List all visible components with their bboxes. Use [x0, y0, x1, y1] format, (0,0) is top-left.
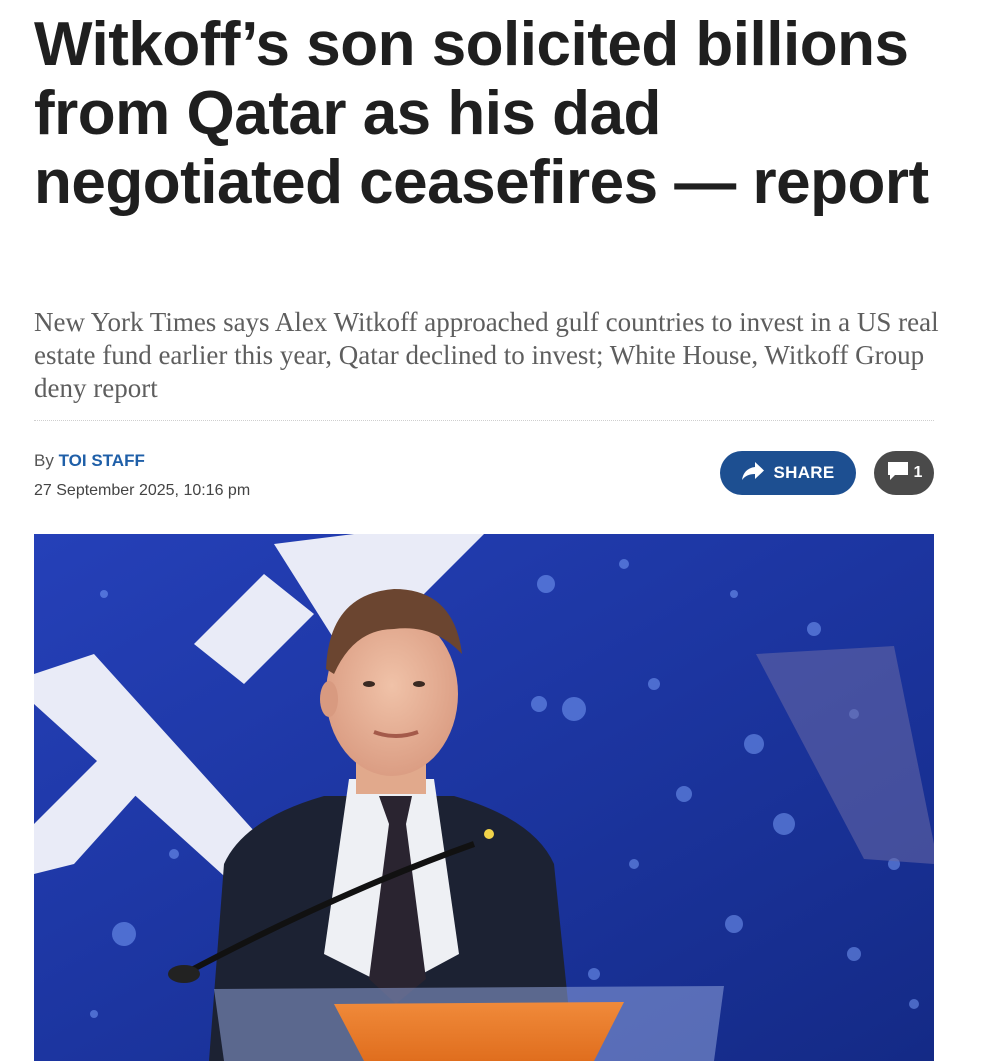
share-button[interactable]: SHARE [720, 451, 856, 495]
byline-prefix: By [34, 451, 54, 470]
divider [34, 420, 934, 421]
byline: By TOI STAFF [34, 451, 145, 471]
article-photo [34, 534, 934, 1061]
comments-button[interactable]: 1 [874, 451, 934, 495]
article-page: Witkoff’s son solicited billions from Qa… [0, 0, 990, 1061]
share-arrow-icon [741, 461, 765, 486]
share-button-label: SHARE [773, 463, 835, 482]
speech-bubble-icon [886, 460, 910, 487]
article-headline: Witkoff’s son solicited billions from Qa… [34, 10, 929, 217]
author-link[interactable]: TOI STAFF [59, 451, 145, 470]
article-subheadline: New York Times says Alex Witkoff approac… [34, 307, 939, 403]
publish-date: 27 September 2025, 10:16 pm [34, 482, 251, 499]
comment-count: 1 [913, 464, 923, 481]
